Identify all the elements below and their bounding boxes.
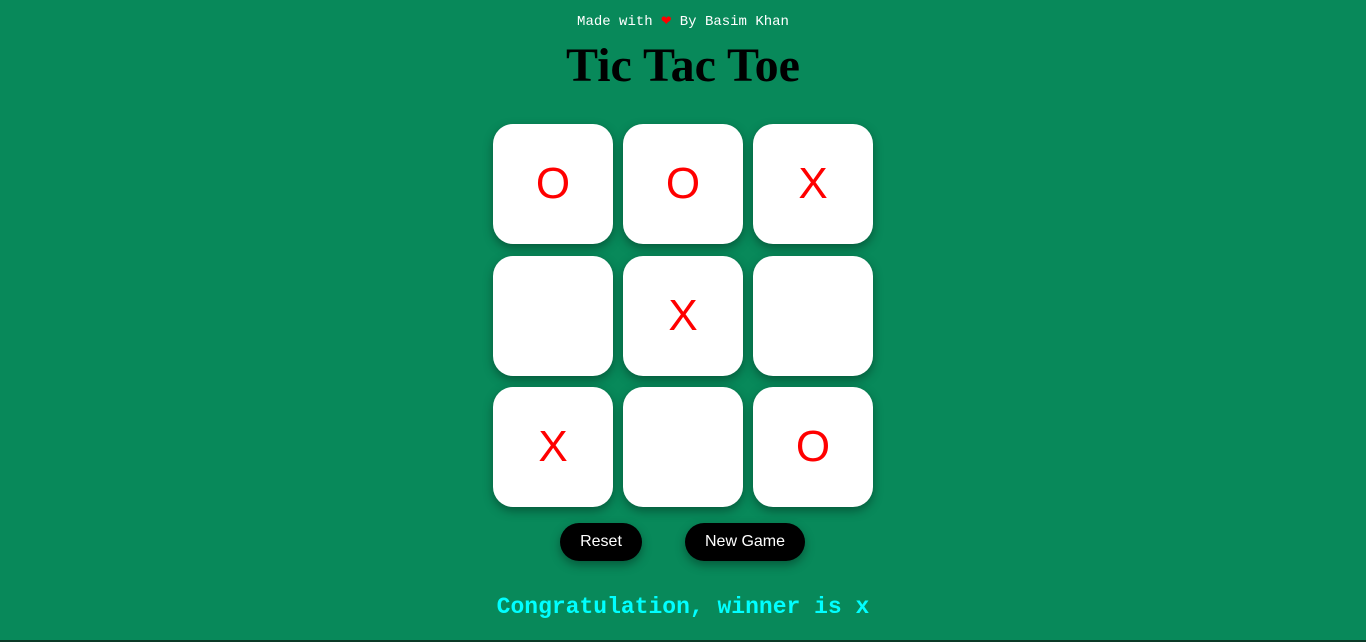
new-game-button[interactable]: New Game: [685, 523, 805, 561]
credit-line: Made with ❤ By Basim Khan: [0, 10, 1366, 31]
board-cell-4[interactable]: [493, 255, 613, 376]
board-cell-2[interactable]: O: [623, 124, 743, 244]
board-cell-3[interactable]: X: [753, 124, 873, 244]
page-title: Tic Tac Toe: [566, 39, 800, 92]
credit-author: By Basim Khan: [679, 14, 789, 30]
game-board: O O X X X O: [493, 124, 873, 507]
board-cell-1[interactable]: O: [493, 124, 613, 244]
heart-icon: ❤: [661, 12, 672, 31]
reset-button[interactable]: Reset: [560, 523, 642, 561]
board-cell-9[interactable]: O: [753, 387, 873, 507]
board-cell-8[interactable]: [623, 387, 743, 507]
board-cell-5[interactable]: X: [623, 255, 743, 376]
board-cell-7[interactable]: X: [493, 387, 613, 507]
credit-prefix: Made with: [577, 14, 653, 30]
board-cell-6[interactable]: [753, 255, 873, 376]
winner-message: Congratulation, winner is x: [496, 594, 870, 620]
